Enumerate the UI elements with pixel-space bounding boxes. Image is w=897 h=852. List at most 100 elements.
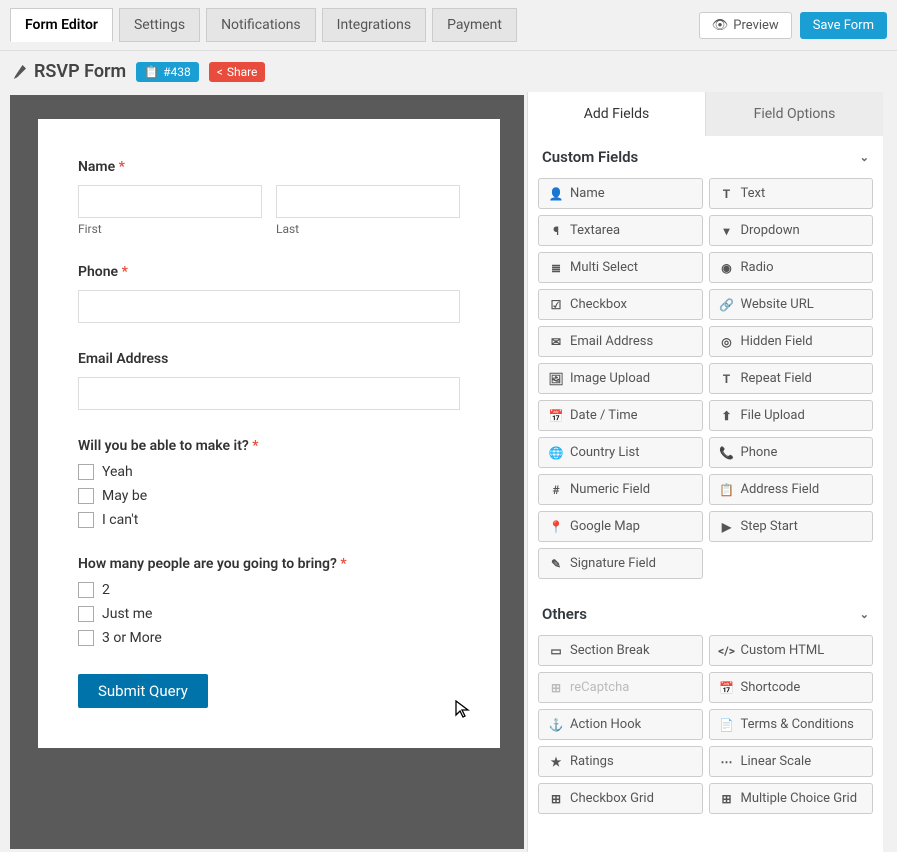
field-type-button[interactable]: ▾Dropdown [709, 215, 874, 246]
field-type-button[interactable]: ◎Hidden Field [709, 326, 874, 357]
field-type-button[interactable]: TRepeat Field [709, 363, 874, 394]
field-type-button[interactable]: 📅Shortcode [709, 672, 874, 703]
checkbox-icon[interactable] [78, 582, 94, 598]
share-icon: < [217, 65, 223, 79]
option-row[interactable]: 3 or More [78, 630, 460, 646]
field-attendance[interactable]: Will you be able to make it? * YeahMay b… [78, 438, 460, 528]
option-label: May be [102, 488, 147, 504]
tab-form-editor[interactable]: Form Editor [10, 8, 113, 42]
field-icon: ▭ [549, 644, 563, 658]
section-others[interactable]: Others ⌄ [534, 593, 877, 635]
preview-button[interactable]: 👁 Preview [699, 12, 792, 39]
field-type-button[interactable]: #Numeric Field [538, 474, 703, 505]
custom-fields-grid: 👤NameTText¶Textarea▾Dropdown≣Multi Selec… [534, 178, 877, 593]
form-canvas-pane: Name * First Last Phone * [0, 92, 527, 852]
field-type-button[interactable]: ≣Multi Select [538, 252, 703, 283]
submit-button[interactable]: Submit Query [78, 674, 208, 708]
main-tabs: Form Editor Settings Notifications Integ… [10, 8, 517, 42]
field-type-button[interactable]: TText [709, 178, 874, 209]
name-label: Name * [78, 159, 460, 175]
field-type-button[interactable]: </>Custom HTML [709, 635, 874, 666]
option-label: Just me [102, 606, 152, 622]
field-icon: ≣ [549, 261, 563, 275]
scrollbar-track[interactable] [883, 92, 897, 852]
first-name-input[interactable] [78, 185, 262, 218]
form-preview-card: Name * First Last Phone * [38, 119, 500, 748]
option-row[interactable]: Just me [78, 606, 460, 622]
field-name[interactable]: Name * First Last [78, 159, 460, 236]
field-type-button[interactable]: ⊞Multiple Choice Grid [709, 783, 874, 814]
tab-add-fields[interactable]: Add Fields [528, 92, 705, 136]
option-label: 2 [102, 582, 110, 598]
first-sub-label: First [78, 222, 262, 236]
field-type-button: ⊞ reCaptcha [538, 672, 703, 703]
checkbox-icon[interactable] [78, 464, 94, 480]
option-row[interactable]: I can't [78, 512, 460, 528]
tab-notifications[interactable]: Notifications [206, 8, 316, 42]
field-label: Shortcode [741, 680, 801, 695]
field-type-button[interactable]: ⋯Linear Scale [709, 746, 874, 777]
field-type-button[interactable]: ¶Textarea [538, 215, 703, 246]
field-label: Action Hook [570, 717, 641, 732]
others-fields-grid: ▭ Section Break </>Custom HTML ⊞ reCaptcha 📅S… [534, 635, 877, 828]
field-icon: ⊞ [549, 681, 563, 695]
tab-settings[interactable]: Settings [119, 8, 200, 42]
tab-payment[interactable]: Payment [432, 8, 517, 42]
field-label: Textarea [570, 223, 620, 238]
field-type-button[interactable]: 🖼Image Upload [538, 363, 703, 394]
share-chip[interactable]: < Share [209, 62, 266, 82]
option-row[interactable]: Yeah [78, 464, 460, 480]
field-type-button[interactable]: 🔗Website URL [709, 289, 874, 320]
field-type-button[interactable]: 📍 Google Map [538, 511, 703, 542]
field-icon: 📞 [720, 446, 734, 460]
field-type-button[interactable]: ◉Radio [709, 252, 874, 283]
eye-icon: 👁 [712, 18, 729, 33]
field-label: Google Map [570, 519, 640, 534]
email-input[interactable] [78, 377, 460, 410]
field-label: Section Break [570, 643, 650, 658]
checkbox-icon[interactable] [78, 606, 94, 622]
tab-integrations[interactable]: Integrations [322, 8, 426, 42]
form-title: RSVP Form [12, 61, 126, 82]
field-icon: ☑ [549, 298, 563, 312]
field-type-button[interactable]: ⬆File Upload [709, 400, 874, 431]
field-guests[interactable]: How many people are you going to bring? … [78, 556, 460, 646]
field-label: Country List [570, 445, 640, 460]
field-label: Linear Scale [741, 754, 812, 769]
field-icon: 👤 [549, 187, 563, 201]
section-custom-fields[interactable]: Custom Fields ⌄ [534, 136, 877, 178]
field-icon: 🔗 [720, 298, 734, 312]
field-type-button[interactable]: 🌐Country List [538, 437, 703, 468]
save-form-button[interactable]: Save Form [800, 12, 887, 39]
field-label: reCaptcha [570, 680, 629, 695]
checkbox-icon[interactable] [78, 630, 94, 646]
form-id-chip[interactable]: 📋 #438 [136, 62, 199, 82]
field-phone[interactable]: Phone * [78, 264, 460, 323]
phone-input[interactable] [78, 290, 460, 323]
field-type-button[interactable]: ▶Step Start [709, 511, 874, 542]
field-type-button[interactable]: 📞Phone [709, 437, 874, 468]
field-email[interactable]: Email Address [78, 351, 460, 410]
field-type-button[interactable]: ⊞Checkbox Grid [538, 783, 703, 814]
field-type-button[interactable]: ✉Email Address [538, 326, 703, 357]
field-type-button[interactable]: 📅Date / Time [538, 400, 703, 431]
field-type-button[interactable]: ☑ Checkbox [538, 289, 703, 320]
field-label: Checkbox [570, 297, 627, 312]
field-type-button[interactable]: 📄Terms & Conditions [709, 709, 874, 740]
field-label: Custom HTML [741, 643, 825, 658]
last-name-input[interactable] [276, 185, 460, 218]
field-type-button[interactable]: 📋Address Field [709, 474, 874, 505]
field-label: Dropdown [741, 223, 800, 238]
field-type-button[interactable]: ⚓Action Hook [538, 709, 703, 740]
field-icon: 📍 [549, 520, 563, 534]
option-row[interactable]: May be [78, 488, 460, 504]
field-type-button[interactable]: ▭ Section Break [538, 635, 703, 666]
field-type-button[interactable]: 👤Name [538, 178, 703, 209]
option-row[interactable]: 2 [78, 582, 460, 598]
checkbox-icon[interactable] [78, 488, 94, 504]
field-type-button[interactable]: ★Ratings [538, 746, 703, 777]
checkbox-icon[interactable] [78, 512, 94, 528]
field-label: Radio [741, 260, 774, 275]
field-type-button[interactable]: ✎Signature Field [538, 548, 703, 579]
tab-field-options[interactable]: Field Options [705, 92, 883, 136]
